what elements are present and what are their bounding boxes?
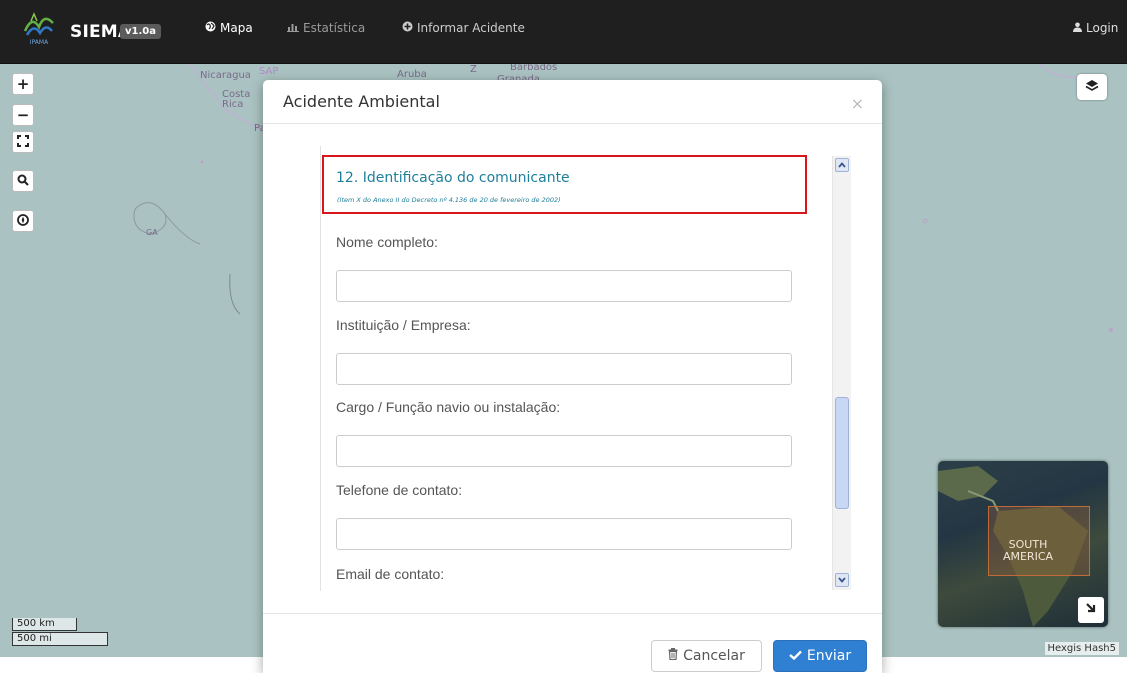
send-label: Enviar: [806, 648, 852, 664]
minimap-toggle-button[interactable]: [1078, 597, 1104, 623]
nome-completo-label: Nome completo:: [336, 234, 438, 250]
form-scrollbar[interactable]: [832, 156, 851, 590]
user-icon: [1073, 22, 1082, 35]
modal-header: Acidente Ambiental ×: [263, 80, 882, 124]
compass-icon: [17, 212, 29, 230]
logo-text: IPAMA: [29, 39, 49, 46]
send-button[interactable]: Enviar: [773, 640, 867, 672]
modal-footer: Cancelar Enviar: [263, 613, 882, 673]
nav-mapa-label: Mapa: [220, 21, 253, 35]
login-link[interactable]: Login: [1073, 21, 1118, 35]
arrow-down-right-icon: [1085, 602, 1097, 618]
version-badge: v1.0a: [120, 24, 161, 39]
nav-estatistica[interactable]: Estatística: [287, 21, 365, 35]
email-label: Email de contato:: [336, 566, 445, 582]
scale-mi: 500 mi: [12, 632, 108, 646]
instituicao-label: Instituição / Empresa:: [336, 317, 471, 333]
map-label-costa-rica: Costa Rica: [222, 89, 251, 110]
bar-chart-icon: [287, 22, 299, 35]
map-label-aruba: Aruba: [397, 69, 427, 80]
section-header-comunicante: 12. Identificação do comunicante (Item X…: [322, 155, 807, 214]
fullscreen-button[interactable]: [12, 131, 34, 153]
search-icon: [17, 172, 29, 190]
modal-form-body[interactable]: 12. Identificação do comunicante (Item X…: [320, 146, 835, 591]
modal-title: Acidente Ambiental: [283, 92, 440, 111]
zoom-out-button[interactable]: −: [12, 104, 34, 126]
section-subtitle: (Item X do Anexo II do Decreto nº 4.136 …: [337, 196, 561, 204]
scale-km: 500 km: [12, 618, 77, 631]
cancel-button[interactable]: Cancelar: [651, 640, 762, 672]
fullscreen-icon: [17, 133, 29, 151]
map-label-nicaragua: Nicaragua: [200, 70, 251, 81]
map-label-ga: GA: [146, 228, 158, 237]
layers-button[interactable]: [1077, 74, 1107, 100]
scroll-up-button[interactable]: [835, 158, 849, 172]
cancel-label: Cancelar: [683, 648, 745, 664]
checkmark-icon: [789, 648, 802, 664]
nav-mapa[interactable]: Mapa: [205, 21, 253, 35]
nome-completo-input[interactable]: [336, 270, 792, 302]
zoom-in-button[interactable]: +: [12, 73, 34, 95]
map-label-sap: SAP: [259, 66, 279, 77]
locate-button[interactable]: [12, 210, 34, 232]
login-label: Login: [1086, 21, 1119, 35]
cargo-label: Cargo / Função navio ou instalação:: [336, 399, 561, 415]
top-navbar: IPAMA SIEMA v1.0a Mapa Estatística Infor…: [0, 0, 1127, 64]
search-button[interactable]: [12, 170, 34, 192]
cargo-input[interactable]: [336, 435, 792, 467]
overview-minimap[interactable]: SOUTH AMERICA: [938, 461, 1108, 627]
nav-informar-acidente[interactable]: Informar Acidente: [402, 21, 525, 35]
map-attribution[interactable]: Hexgis Hash5: [1044, 642, 1119, 655]
close-button[interactable]: ×: [851, 94, 864, 113]
trash-icon: [668, 648, 678, 664]
minimap-label: SOUTH AMERICA: [1002, 538, 1054, 563]
accident-modal: Acidente Ambiental × 12. Identificação d…: [263, 80, 882, 673]
telefone-input[interactable]: [336, 518, 792, 550]
section-title: 12. Identificação do comunicante: [336, 170, 570, 186]
map-label-barbados: Barbados: [510, 64, 558, 73]
plus-circle-icon: [402, 21, 413, 35]
ipama-logo[interactable]: IPAMA: [22, 9, 56, 53]
nav-estatistica-label: Estatística: [303, 21, 366, 35]
instituicao-input[interactable]: [336, 353, 792, 385]
chevron-down-icon: [838, 576, 846, 585]
map-label-z: Z: [470, 64, 477, 75]
layers-icon: [1085, 78, 1099, 97]
globe-icon: [205, 21, 216, 35]
nav-informar-acidente-label: Informar Acidente: [417, 21, 525, 35]
scroll-down-button[interactable]: [835, 573, 849, 587]
chevron-up-icon: [838, 161, 846, 170]
telefone-label: Telefone de contato:: [336, 482, 463, 498]
scrollbar-thumb[interactable]: [835, 397, 849, 509]
